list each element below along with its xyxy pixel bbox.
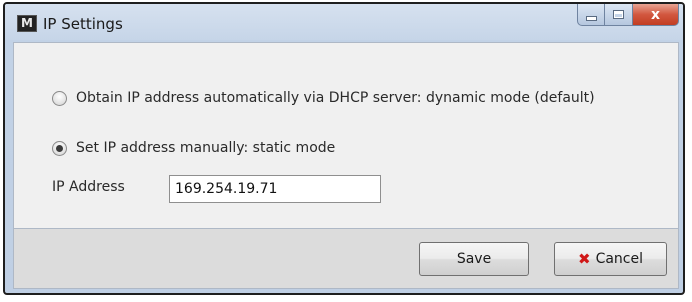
caption-buttons: x <box>577 4 679 26</box>
dhcp-option-label: Obtain IP address automatically via DHCP… <box>76 90 595 106</box>
cancel-button-label: Cancel <box>595 251 643 267</box>
minimize-button[interactable] <box>577 4 605 26</box>
minimize-icon <box>585 16 597 21</box>
close-button[interactable]: x <box>633 4 679 26</box>
save-button-label: Save <box>456 251 492 267</box>
title-bar[interactable]: M IP Settings x <box>5 4 683 40</box>
app-logo-icon: M <box>17 15 37 32</box>
static-radio[interactable] <box>52 140 67 156</box>
maximize-icon <box>613 10 624 19</box>
maximize-button[interactable] <box>605 4 633 26</box>
save-button[interactable]: Save <box>419 242 529 276</box>
cancel-button[interactable]: ✖ Cancel <box>554 242 667 276</box>
x-icon: ✖ <box>577 250 591 268</box>
ip-address-label: IP Address <box>52 179 125 195</box>
ip-settings-window: M IP Settings x Obtain IP address automa… <box>3 2 685 295</box>
static-option[interactable]: Set IP address manually: static mode <box>52 140 335 156</box>
dhcp-option[interactable]: Obtain IP address automatically via DHCP… <box>52 90 595 106</box>
dhcp-radio[interactable] <box>52 90 67 106</box>
close-icon: x <box>650 6 661 23</box>
ip-address-input[interactable] <box>169 175 381 203</box>
button-bar: Save ✖ Cancel <box>13 229 679 289</box>
settings-panel: Obtain IP address automatically via DHCP… <box>13 42 679 229</box>
window-title: IP Settings <box>43 15 123 33</box>
static-option-label: Set IP address manually: static mode <box>76 140 336 156</box>
